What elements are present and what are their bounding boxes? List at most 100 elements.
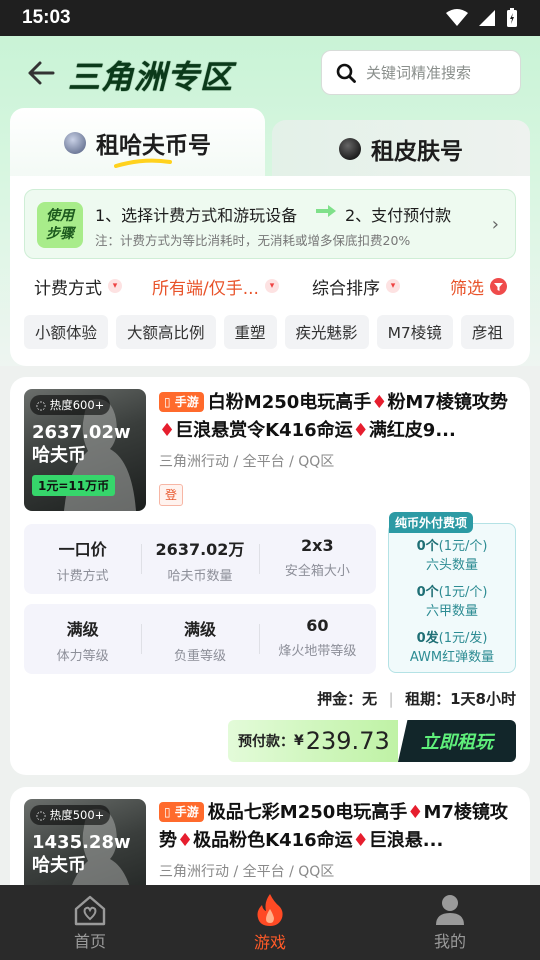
diamond-icon: ♦ [177, 830, 194, 851]
deposit-text: 押金：无 [317, 690, 378, 708]
tab-rent-skin-account[interactable]: 租皮肤号 [272, 120, 530, 178]
extra-count: 0发 [416, 631, 439, 646]
platform-dropdown[interactable]: 所有端/仅手... ▾ [152, 274, 312, 299]
mobile-game-tag: ▯ 手游 [159, 802, 204, 822]
signal-icon [479, 10, 495, 26]
extra-fee-panel: 纯币外付费项 0个(1元/个) 六头数量 0个(1元/个) 六甲数量 0发(1元… [388, 512, 516, 673]
extra-name: 六头数量 [425, 558, 478, 573]
filter-label: 筛选 [450, 278, 484, 299]
stats-row-secondary: 满级 体力等级 满级负重等级 60 烽火地带等级 [24, 604, 376, 674]
diamond-icon: ♦ [352, 830, 369, 851]
stat-label: 烽火地带等级 [278, 644, 357, 659]
prepay-value: 239.73 [305, 727, 390, 755]
platform-label: 所有端/仅手... [152, 278, 259, 299]
rent-now-button[interactable]: 立即租玩 [398, 720, 516, 762]
deposit-and-period: 押金：无 | 租期：1天8小时 [317, 690, 516, 708]
back-arrow-icon[interactable] [26, 60, 56, 86]
sort-row: 计费方式 ▾ 所有端/仅手... ▾ 综合排序 ▾ 筛选 [34, 271, 514, 301]
stat-billing: 一口价 计费方式 [24, 524, 141, 594]
coin-amount-unit: 哈夫币 [32, 855, 86, 876]
chevron-down-icon: ▾ [264, 279, 279, 293]
stat-label: 哈夫币数量 [167, 569, 233, 584]
nav-label: 游戏 [253, 932, 286, 952]
arrow-right-icon [316, 205, 336, 217]
search-box[interactable]: 关键词精准搜索 [321, 50, 521, 95]
title-part: 粉M7棱镜攻势 [387, 392, 508, 413]
home-icon [74, 895, 106, 925]
listing-card[interactable]: ◌ 热度600+ 2637.02w 哈夫币 1元=11万币 ▯ 手游 白粉M250… [10, 377, 530, 775]
billing-label: 计费方式 [34, 278, 102, 299]
steps-note: 注：计费方式为等比消耗时，无消耗或增多保底扣费20% [95, 233, 411, 248]
coin-amount-value: 2637.02w [32, 422, 131, 443]
category-tabs: 租哈夫币号 租皮肤号 [10, 108, 530, 178]
filter-panel: 使用 步骤 1、选择计费方式和游玩设备 2、支付预付款 注：计费方式为等比消耗时… [10, 176, 530, 366]
tag-text: 手游 [174, 395, 199, 409]
diamond-icon: ♦ [371, 392, 388, 413]
usage-steps-banner[interactable]: 使用 步骤 1、选择计费方式和游玩设备 2、支付预付款 注：计费方式为等比消耗时… [24, 189, 516, 259]
status-time: 15:03 [22, 7, 71, 28]
chip[interactable]: 大额高比例 [116, 315, 216, 349]
diamond-icon: ♦ [352, 420, 369, 441]
coin-amount-unit: 哈夫币 [32, 445, 86, 466]
stat-value: 满级 [66, 620, 99, 639]
listing-title: ▯ 手游 白粉M250电玩高手♦粉M7棱镜攻势♦巨浪悬赏令K416命运♦满红皮9.… [159, 389, 509, 445]
chip[interactable]: 疾光魅影 [284, 315, 369, 349]
usage-steps-badge: 使用 步骤 [37, 202, 83, 248]
nav-games[interactable]: 游戏 [180, 885, 360, 960]
stat-label: 安全箱大小 [284, 564, 350, 579]
chip[interactable]: 重塑 [223, 315, 277, 349]
coin-amount: 2637.02w 哈夫币 [32, 421, 131, 467]
extra-price: (1元/个) [438, 539, 488, 554]
search-placeholder: 关键词精准搜索 [366, 64, 472, 82]
stat-zone-level: 60 烽火地带等级 [258, 604, 376, 674]
nav-profile[interactable]: 我的 [360, 885, 540, 960]
step-two: 2、支付预付款 [345, 206, 452, 225]
extra-fee-header: 纯币外付费项 [389, 512, 474, 533]
rent-now-bar[interactable]: 预付款： ¥ 239.73 立即租玩 [228, 720, 516, 762]
stat-label: 计费方式 [56, 569, 109, 584]
nav-home[interactable]: 首页 [0, 885, 180, 960]
listing-meta: 三角洲行动 / 全平台 / QQ区 [159, 454, 335, 470]
chevron-down-icon: ▾ [108, 279, 122, 293]
extra-price: (1元/个) [438, 585, 488, 600]
tab-label: 租皮肤号 [371, 139, 463, 165]
stat-label: 负重等级 [173, 649, 226, 664]
extra-count: 0个 [416, 585, 439, 600]
flame-icon: ◌ [36, 808, 47, 822]
order-dropdown[interactable]: 综合排序 ▾ [312, 274, 450, 299]
chevron-right-icon: › [491, 214, 499, 235]
title-part: 巨浪悬... [368, 830, 444, 851]
billing-dropdown[interactable]: 计费方式 ▾ [34, 274, 152, 299]
chip[interactable]: 彦祖 [460, 315, 514, 349]
chevron-down-icon: ▾ [386, 279, 400, 293]
chip[interactable]: 小额体验 [24, 315, 109, 349]
extra-name: 六甲数量 [425, 604, 478, 619]
stat-value: 一口价 [58, 540, 107, 559]
diamond-icon: ♦ [407, 802, 424, 823]
status-bar: 15:03 [0, 0, 540, 36]
title-part: 极品七彩M250电玩高手 [207, 802, 408, 823]
filter-button[interactable]: 筛选 [450, 274, 507, 299]
coin-amount: 1435.28w 哈夫币 [32, 831, 131, 877]
search-icon [336, 63, 356, 83]
step-one: 1、选择计费方式和游玩设备 [95, 206, 298, 225]
listing-thumbnail: ◌ 热度600+ 2637.02w 哈夫币 1元=11万币 [24, 389, 146, 511]
stat-coins: 2637.02万哈夫币数量 [141, 524, 258, 594]
flame-icon: ◌ [36, 398, 47, 412]
filter-icon [490, 277, 507, 295]
chip[interactable]: M7棱镜 [376, 315, 453, 349]
stat-value: 2x3 [301, 536, 334, 555]
stat-stamina: 满级 体力等级 [24, 604, 141, 674]
title-part: 极品粉色K416命运 [193, 830, 353, 851]
prepay-amount: 预付款： ¥ 239.73 [228, 720, 398, 762]
user-icon [436, 894, 464, 925]
title-part: 白粉M250电玩高手 [207, 392, 372, 413]
heat-badge: ◌ 热度600+ [30, 395, 111, 415]
login-badge: 登 [159, 484, 183, 506]
tab-label: 租哈夫币号 [96, 133, 211, 159]
coin-logo-icon [64, 132, 86, 154]
prepay-label: 预付款： [238, 734, 294, 750]
stat-value: 2637.02万 [155, 540, 245, 559]
period-text: 租期：1天8小时 [405, 690, 516, 708]
stats-row-primary: 一口价计费方式 2637.02万哈夫币数量 2x3 安全箱大小 [24, 524, 376, 594]
